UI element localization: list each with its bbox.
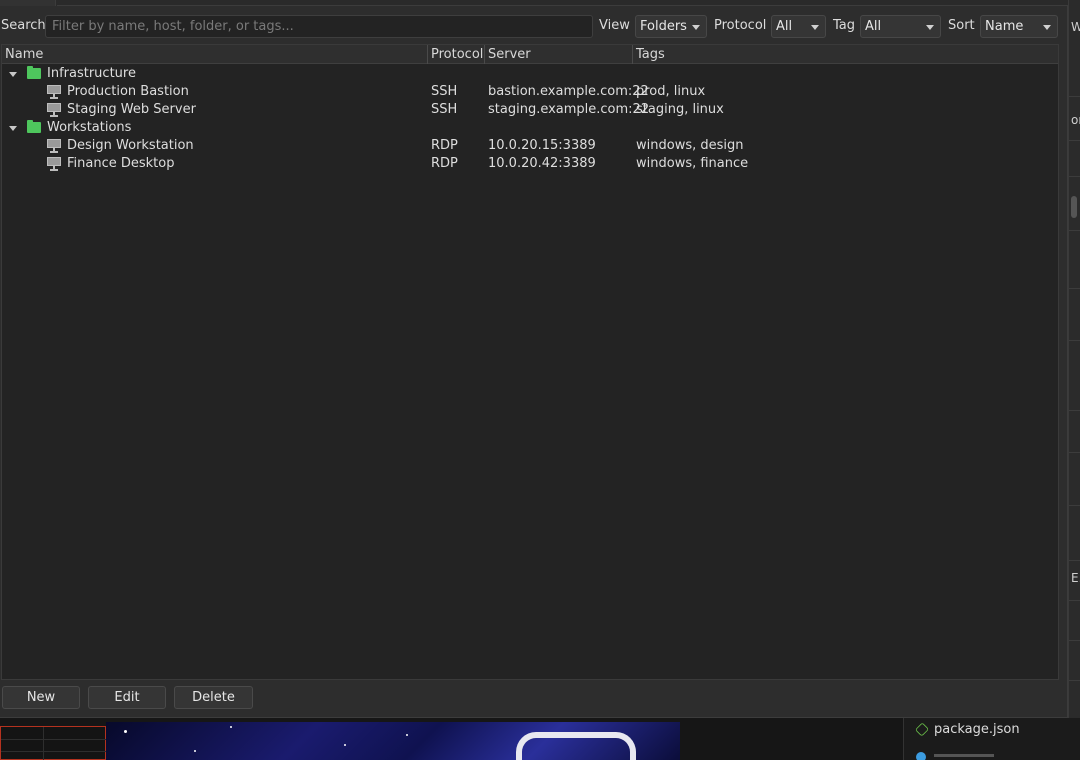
connection-row[interactable]: Staging Web Server SSH staging.example.c… [2,101,1058,119]
connection-tags: windows, design [636,138,744,153]
monitor-icon [47,85,61,99]
sort-label: Sort [948,18,975,33]
folder-name: Infrastructure [47,66,136,81]
connection-row[interactable]: Production Bastion SSH bastion.example.c… [2,83,1058,101]
background-file-explorer: package.json [903,718,1080,760]
background-grid-thumbnail [0,726,107,760]
delete-button[interactable]: Delete [174,686,253,709]
view-label: View [599,18,630,33]
tag-label: Tag [833,18,856,33]
background-text-fragment: W [1071,20,1080,34]
connection-name: Production Bastion [67,84,189,99]
file-item-package-json: package.json [914,718,1020,740]
protocol-dropdown-value: All [776,19,793,34]
chevron-down-icon [926,25,934,30]
filter-toolbar: Search View Folders Protocol All Tag All… [0,14,1068,40]
tab[interactable] [0,0,56,6]
connection-row[interactable]: Finance Desktop RDP 10.0.20.42:3389 wind… [2,155,1058,173]
connection-server: 10.0.20.42:3389 [488,156,596,171]
connection-name: Design Workstation [67,138,194,153]
background-text-fragment: E. [1071,571,1080,585]
expand-arrow-icon[interactable] [9,72,17,77]
view-dropdown-value: Folders [640,19,687,34]
connection-server: staging.example.com:22 [488,102,650,117]
monitor-icon [47,157,61,171]
connections-tree-table[interactable]: Name Protocol Server Tags Infrastructure… [1,44,1059,680]
connection-row[interactable]: Design Workstation RDP 10.0.20.15:3389 w… [2,137,1058,155]
monitor-icon [47,103,61,117]
column-header-server[interactable]: Server [485,45,633,64]
view-dropdown[interactable]: Folders [635,15,707,38]
search-input[interactable] [45,15,593,38]
chevron-down-icon [692,25,700,30]
folder-icon [27,120,41,133]
connection-server: 10.0.20.15:3389 [488,138,596,153]
sort-dropdown[interactable]: Name [980,15,1058,38]
background-wallpaper-image [106,722,680,760]
monitor-icon [47,139,61,153]
connection-protocol: RDP [431,156,458,171]
connection-tags: windows, finance [636,156,749,171]
connection-manager-dialog: Search View Folders Protocol All Tag All… [0,0,1068,718]
connection-name: Staging Web Server [67,102,196,117]
expand-arrow-icon[interactable] [9,126,17,131]
table-header: Name Protocol Server Tags [2,45,1058,64]
protocol-dropdown[interactable]: All [771,15,826,38]
column-header-tags[interactable]: Tags [633,45,1058,64]
folder-icon [27,66,41,79]
background-text-fragment: on [1071,113,1080,127]
folder-row-infrastructure[interactable]: Infrastructure [2,65,1058,83]
connection-protocol: SSH [431,84,458,99]
connection-server: bastion.example.com:22 [488,84,649,99]
chevron-down-icon [811,25,819,30]
file-item-label: package.json [934,721,1020,737]
connection-tags: staging, linux [636,102,724,117]
column-header-protocol[interactable]: Protocol [428,45,485,64]
tab-strip [0,0,1068,6]
sort-dropdown-value: Name [985,19,1024,34]
tag-dropdown-value: All [865,19,882,34]
folder-row-workstations[interactable]: Workstations [2,119,1058,137]
search-label: Search [1,18,46,33]
background-window-right: W on E. [1068,0,1080,760]
connection-tags: prod, linux [636,84,706,99]
connection-protocol: SSH [431,102,458,117]
background-desktop: package.json [0,718,1080,760]
chevron-down-icon [1043,25,1051,30]
protocol-label: Protocol [714,18,767,33]
new-button[interactable]: New [2,686,80,709]
connection-name: Finance Desktop [67,156,175,171]
column-header-name[interactable]: Name [2,45,428,64]
edit-button[interactable]: Edit [88,686,166,709]
tag-dropdown[interactable]: All [860,15,941,38]
background-scroll-knob [1071,196,1077,218]
connection-protocol: RDP [431,138,458,153]
nodejs-icon [914,721,930,737]
folder-name: Workstations [47,120,132,135]
